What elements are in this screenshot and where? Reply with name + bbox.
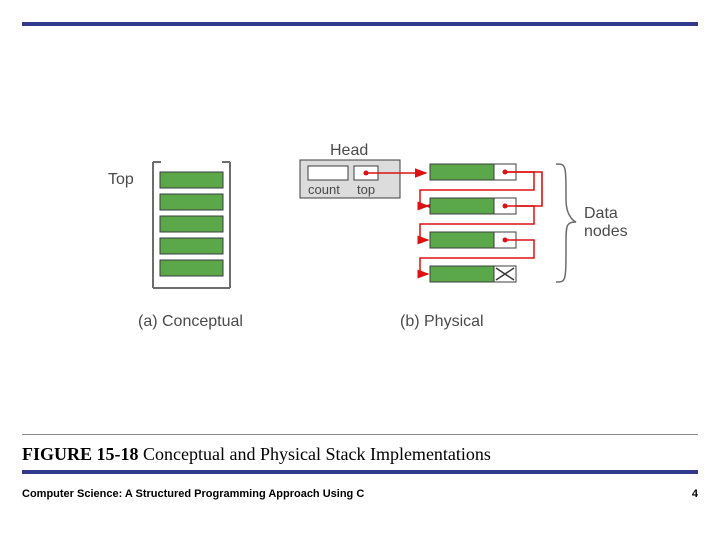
figure-title: Conceptual and Physical Stack Implementa… <box>143 444 491 464</box>
label-data-nodes-2: nodes <box>584 223 628 240</box>
figure-number: FIGURE 15-18 <box>22 444 139 464</box>
label-count: count <box>308 182 340 197</box>
footer-text: Computer Science: A Structured Programmi… <box>22 488 698 500</box>
subcaption-b: (b) Physical <box>400 313 484 330</box>
bottom-rule <box>22 470 698 474</box>
page-number: 4 <box>692 488 698 500</box>
figure-diagram: Top (a) Conceptual Head count top <box>0 0 720 430</box>
label-top-ptr: top <box>357 182 375 197</box>
figure-caption: FIGURE 15-18 Conceptual and Physical Sta… <box>22 444 491 465</box>
label-top: Top <box>108 171 134 188</box>
label-head: Head <box>330 142 368 159</box>
caption-rule <box>22 434 698 435</box>
label-data-nodes-1: Data <box>584 205 618 222</box>
subcaption-a: (a) Conceptual <box>138 313 243 330</box>
